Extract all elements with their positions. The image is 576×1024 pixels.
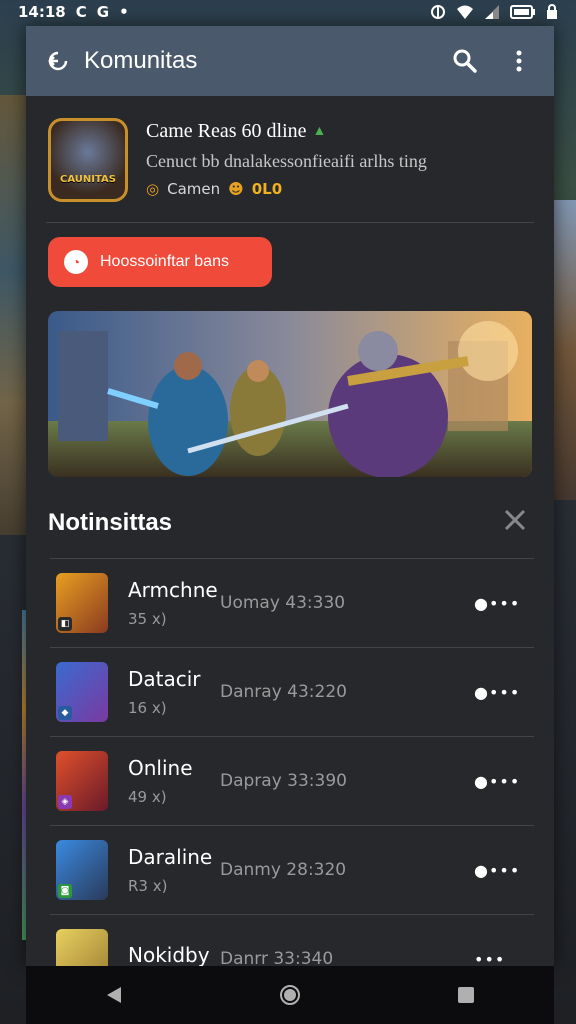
item-more-icon[interactable]: ●••• — [474, 683, 534, 702]
notifications-header: Notinsittas — [26, 505, 554, 540]
notification-icon-2: G — [96, 3, 110, 21]
item-time: Danray 43:220 — [220, 682, 347, 702]
close-button[interactable] — [500, 505, 530, 540]
nav-back-button[interactable] — [94, 975, 134, 1015]
game-title-row: Came Reas 60 dline ▲ — [146, 120, 534, 143]
item-name: Datacir — [128, 667, 201, 691]
item-more-icon[interactable]: ••• — [474, 950, 534, 967]
item-name: Armchne — [128, 578, 218, 602]
list-item[interactable]: ◧ Armchne 35 x) Uomay 43:330 ●••• — [50, 559, 534, 648]
lock-icon — [547, 4, 557, 19]
status-time: 14:18 — [18, 3, 66, 21]
notification-icon-1: C — [75, 3, 87, 21]
game-subtitle: Cenuct bb dnalakessonfieaifi arlhs ting — [146, 151, 427, 171]
game-meta-label: Camen — [167, 180, 221, 198]
list-item[interactable]: ◙ Daraline R3 x) Danmy 28:320 ●••• — [50, 826, 534, 915]
item-more-icon[interactable]: ●••• — [474, 594, 534, 613]
back-arrow-icon — [48, 51, 68, 71]
wifi-icon — [457, 5, 473, 19]
item-count: 16 x) — [128, 699, 167, 717]
item-more-icon[interactable]: ●••• — [474, 772, 534, 791]
banner-artwork — [48, 311, 532, 477]
nav-recents-button[interactable] — [446, 975, 486, 1015]
coin-icon: ◎ — [146, 180, 160, 198]
item-thumbnail: ◈ — [56, 751, 108, 811]
community-panel: Komunitas CAUNITAS Came Reas 60 dline ▲ … — [26, 26, 554, 966]
primary-action-button[interactable]: ◔ Hoossoinftar bans — [48, 237, 272, 287]
close-icon — [504, 509, 526, 531]
item-count: R3 x) — [128, 877, 168, 895]
triangle-back-icon — [107, 987, 121, 1003]
list-item[interactable]: Nokidby Danrr 33:340 ••• — [50, 915, 534, 966]
system-nav-bar — [26, 966, 554, 1024]
status-bar: 14:18 C G • — [0, 0, 576, 24]
verified-icon: ▲ — [312, 123, 327, 139]
item-time: Danmy 28:320 — [220, 860, 347, 880]
game-icon-text: CAUNITAS — [60, 174, 116, 185]
smiley-icon: ☻ — [228, 180, 244, 198]
signal-icon — [485, 5, 499, 19]
overflow-menu-button[interactable] — [502, 44, 536, 78]
item-name: Daraline — [128, 845, 213, 869]
sync-icon — [431, 5, 445, 19]
item-time: Danrr 33:340 — [220, 949, 334, 966]
item-count: 35 x) — [128, 610, 167, 628]
item-thumbnail — [56, 929, 108, 966]
battery-icon — [510, 5, 535, 19]
divider — [46, 222, 534, 223]
item-time: Uomay 43:330 — [220, 593, 346, 613]
notifications-title: Notinsittas — [48, 508, 173, 536]
promo-banner[interactable] — [48, 311, 532, 477]
notification-icon-3: • — [119, 3, 129, 21]
game-meta: ◎ Camen ☻ 0L0 — [146, 180, 534, 198]
item-thumbnail: ◙ — [56, 840, 108, 900]
game-header: CAUNITAS Came Reas 60 dline ▲ Cenuct bb … — [26, 96, 554, 202]
primary-action-label: Hoossoinftar bans — [100, 253, 229, 270]
list-item[interactable]: ◆ Datacir 16 x) Danray 43:220 ●••• — [50, 648, 534, 737]
item-thumbnail: ◧ — [56, 573, 108, 633]
more-vertical-icon — [516, 50, 522, 72]
item-name: Nokidby — [128, 943, 210, 966]
item-thumbnail: ◆ — [56, 662, 108, 722]
game-meta-value: 0L0 — [251, 180, 283, 198]
item-more-icon[interactable]: ●••• — [474, 861, 534, 880]
item-count: 49 x) — [128, 788, 167, 806]
search-button[interactable] — [448, 44, 482, 78]
back-button[interactable] — [44, 47, 72, 75]
page-title: Komunitas — [84, 47, 198, 74]
item-time: Dapray 33:390 — [220, 771, 347, 791]
search-icon — [453, 49, 477, 73]
circle-home-icon — [280, 985, 300, 1005]
list-item[interactable]: ◈ Online 49 x) Dapray 33:390 ●••• — [50, 737, 534, 826]
notifications-list: ◧ Armchne 35 x) Uomay 43:330 ●••• ◆ Data… — [50, 558, 534, 966]
game-title: Came Reas 60 dline — [146, 120, 307, 142]
chat-icon: ◔ — [64, 250, 88, 274]
item-name: Online — [128, 756, 193, 780]
game-icon[interactable]: CAUNITAS — [48, 118, 128, 202]
nav-home-button[interactable] — [270, 975, 310, 1015]
square-recents-icon — [458, 987, 474, 1003]
background-art-right — [552, 200, 576, 500]
app-bar: Komunitas — [26, 26, 554, 96]
